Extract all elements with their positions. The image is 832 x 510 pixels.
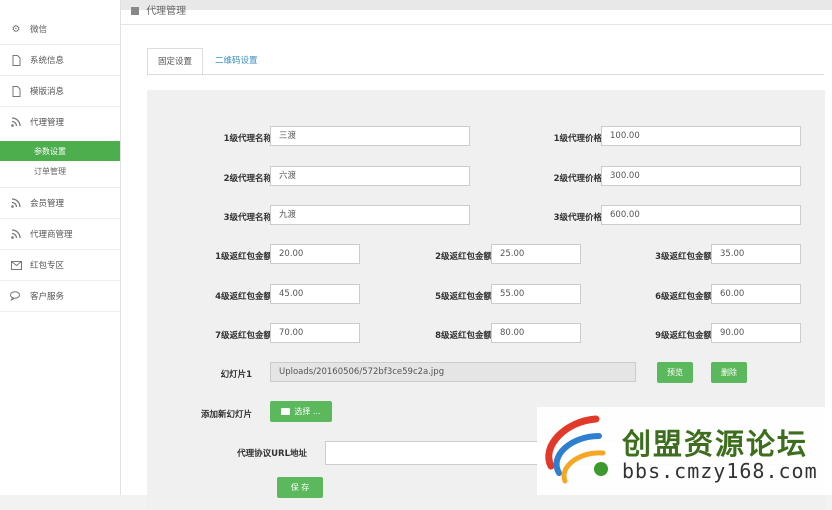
rebate-level9-input[interactable]: 90.00: [711, 323, 801, 343]
sidebar-item-label: 红包专区: [30, 261, 65, 271]
sidebar-item-label: 代理管理: [30, 118, 65, 128]
rebate-level8-label: 8级返红包金额: [435, 331, 492, 341]
choose-file-label: 选择 ...: [294, 407, 321, 416]
sidebar-item-label: 系统信息: [30, 56, 65, 66]
tab-fixed-settings[interactable]: 固定设置: [147, 48, 204, 76]
sidebar-item-agent-list[interactable]: 代理商管理: [0, 219, 120, 250]
agent-level3-name-input[interactable]: 九渡: [270, 205, 470, 225]
sidebar-item-template-messages[interactable]: 模版消息: [0, 76, 120, 107]
rebate-level6-input[interactable]: 60.00: [711, 284, 801, 304]
sidebar-item-customer-service[interactable]: 客户服务: [0, 281, 120, 312]
tab-qrcode-settings[interactable]: 二维码设置: [205, 48, 268, 74]
tab-bar: 固定设置 二维码设置: [147, 48, 270, 76]
rebate-level6-label: 6级返红包金额: [655, 292, 712, 302]
rebate-level1-input[interactable]: 20.00: [270, 244, 360, 264]
rebate-level9-label: 9级返红包金额: [655, 331, 712, 341]
divider: [147, 74, 824, 75]
rebate-level5-label: 5级返红包金额: [435, 292, 492, 302]
rebate-level4-label: 4级返红包金额: [215, 292, 272, 302]
choose-file-button[interactable]: 选择 ...: [270, 401, 332, 422]
agent-level1-name-label: 1级代理名称: [223, 134, 272, 144]
sidebar-item-member-management[interactable]: 会员管理: [0, 188, 120, 219]
rebate-level3-input[interactable]: 35.00: [711, 244, 801, 264]
slide1-path-input[interactable]: Uploads/20160506/572bf3ce59c2a.jpg: [270, 362, 636, 382]
agent-level1-price-label: 1级代理价格: [553, 134, 602, 144]
rebate-level7-input[interactable]: 70.00: [270, 323, 360, 343]
top-bar: [0, 0, 832, 10]
preview-button[interactable]: 预览: [657, 362, 693, 383]
sidebar-submenu: 参数设置 订单管理: [0, 137, 120, 188]
sidebar: ⚙ 微信 系统信息 模版消息 代理管理 参数设置 订单管理 会员管理 代理商管理: [0, 0, 121, 495]
agent-level2-name-input[interactable]: 六渡: [270, 166, 470, 186]
sidebar-item-system-info[interactable]: 系统信息: [0, 45, 120, 76]
rebate-level7-label: 7级返红包金额: [215, 331, 272, 341]
sidebar-item-red-packet[interactable]: 红包专区: [0, 250, 120, 281]
page-title-text: 代理管理: [146, 6, 187, 17]
file-icon: [10, 54, 22, 66]
rebate-level2-label: 2级返红包金额: [435, 252, 492, 262]
forum-logo-icon: [545, 415, 608, 484]
folder-icon: [281, 408, 291, 415]
agent-level1-price-input[interactable]: 100.00: [601, 126, 801, 146]
sidebar-item-label: 会员管理: [30, 199, 65, 209]
sidebar-item-label: 模版消息: [30, 87, 65, 97]
agent-level3-name-label: 3级代理名称: [223, 213, 272, 223]
agreement-url-label: 代理协议URL地址: [237, 449, 307, 459]
rebate-level8-input[interactable]: 80.00: [491, 323, 581, 343]
slide1-label: 幻灯片1: [220, 370, 252, 380]
rss-icon: [10, 197, 22, 209]
agent-level3-price-label: 3级代理价格: [553, 213, 602, 223]
rss-icon: [10, 228, 22, 240]
rebate-level4-input[interactable]: 45.00: [270, 284, 360, 304]
rss-icon: [10, 116, 22, 128]
sidebar-item-label: 微信: [30, 25, 48, 35]
page-title: 代理管理: [131, 4, 186, 20]
file-icon: [10, 85, 22, 97]
sidebar-item-agent-management[interactable]: 代理管理: [0, 107, 120, 137]
sidebar-item-label: 代理商管理: [30, 230, 73, 240]
agent-level2-name-label: 2级代理名称: [223, 174, 272, 184]
sidebar-item-label: 客户服务: [30, 292, 65, 302]
divider: [121, 24, 832, 25]
agent-level3-price-input[interactable]: 600.00: [601, 205, 801, 225]
sidebar-subitem-order-management[interactable]: 订单管理: [0, 161, 120, 181]
delete-button[interactable]: 删除: [711, 362, 747, 383]
sidebar-subitem-parameter-settings[interactable]: 参数设置: [0, 141, 120, 161]
forum-watermark: 创盟资源论坛 bbs.cmzy168.com: [537, 407, 832, 495]
agent-level1-name-input[interactable]: 三渡: [270, 126, 470, 146]
menu-icon: [131, 7, 139, 15]
gears-icon: ⚙: [11, 23, 21, 35]
chat-icon: [10, 290, 22, 302]
sidebar-item-wechat[interactable]: ⚙ 微信: [0, 14, 120, 45]
rebate-level2-input[interactable]: 25.00: [491, 244, 581, 264]
watermark-url: bbs.cmzy168.com: [622, 459, 818, 483]
watermark-title: 创盟资源论坛: [622, 427, 809, 461]
rebate-level1-label: 1级返红包金额: [215, 252, 272, 262]
envelope-icon: [10, 259, 22, 271]
agent-level2-price-label: 2级代理价格: [553, 174, 602, 184]
add-slide-label: 添加新幻灯片: [200, 410, 252, 420]
agent-level2-price-input[interactable]: 300.00: [601, 166, 801, 186]
rebate-level3-label: 3级返红包金额: [655, 252, 712, 262]
rebate-level5-input[interactable]: 55.00: [491, 284, 581, 304]
